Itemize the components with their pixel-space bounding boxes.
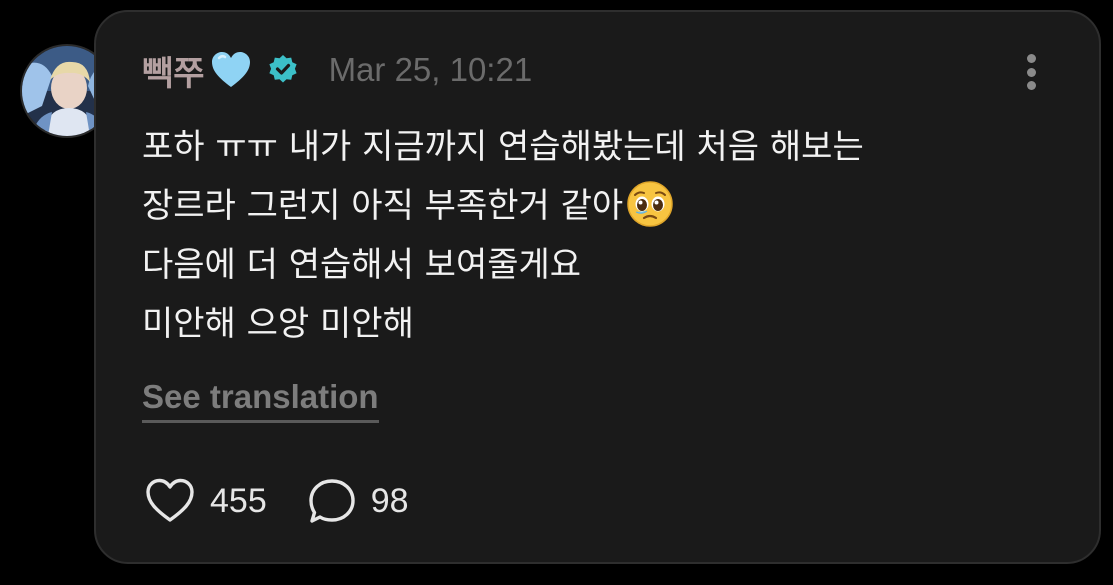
screen: 빽쭈 Mar 25, 10:21 포하 ㅠㅠ 내가 지금까지 연습해봤는데 처음… bbox=[0, 0, 1113, 585]
heart-outline-icon bbox=[146, 478, 194, 522]
see-translation-link[interactable]: See translation bbox=[142, 378, 379, 423]
action-bar: 455 98 bbox=[144, 476, 409, 526]
post-body: 포하 ㅠㅠ 내가 지금까지 연습해봤는데 처음 해보는 장르라 그런지 아직 부… bbox=[142, 118, 1072, 354]
comment-bubble-icon bbox=[309, 479, 355, 523]
comment-count: 98 bbox=[370, 481, 409, 520]
pleading-face-icon bbox=[627, 181, 673, 227]
verified-badge-icon bbox=[268, 55, 297, 83]
comment-button[interactable]: 98 bbox=[307, 477, 409, 525]
username[interactable]: 빽쭈 bbox=[142, 46, 205, 95]
post-line-2: 장르라 그런지 아직 부족한거 같아 bbox=[142, 186, 624, 226]
post-line-3: 다음에 더 연습해서 보여줄게요 bbox=[142, 245, 582, 285]
like-count: 455 bbox=[210, 481, 267, 520]
like-button[interactable]: 455 bbox=[144, 477, 267, 525]
more-options-icon[interactable] bbox=[1025, 54, 1037, 90]
post-line-4: 미안해 으앙 미안해 bbox=[142, 304, 414, 344]
post-header: 빽쭈 Mar 25, 10:21 bbox=[142, 46, 533, 95]
post-line-1: 포하 ㅠㅠ 내가 지금까지 연습해봤는데 처음 해보는 bbox=[142, 127, 864, 167]
timestamp: Mar 25, 10:21 bbox=[328, 51, 533, 88]
light-blue-heart-icon bbox=[211, 52, 250, 87]
post-card: 빽쭈 Mar 25, 10:21 포하 ㅠㅠ 내가 지금까지 연습해봤는데 처음… bbox=[94, 10, 1101, 564]
post-line-2-wrap: 장르라 그런지 아직 부족한거 같아 bbox=[142, 177, 1072, 236]
